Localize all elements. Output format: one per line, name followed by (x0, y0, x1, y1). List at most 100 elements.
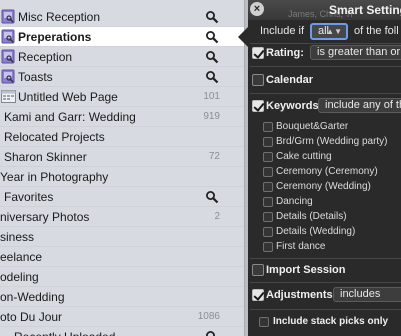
rating-operator-value: is greater than or e (317, 46, 401, 58)
library-item[interactable]: odeling (0, 267, 248, 287)
library-item-label: Recently Uploaded (14, 330, 115, 336)
library-item-count: 101 (203, 91, 220, 102)
hud-pointer (238, 27, 248, 47)
library-item-label: siness (0, 230, 35, 244)
keyword-label: Cake cutting (276, 151, 332, 162)
keyword-label: Brd/Grm (Wedding party) (276, 136, 388, 147)
library-item-label: Untitled Web Page (18, 90, 118, 104)
library-item-label: oto Du Jour (0, 310, 63, 324)
library-item[interactable]: Misc Reception (0, 7, 248, 27)
library-item[interactable]: Year in Photography (0, 167, 248, 187)
library-item[interactable]: Kami and Garr: Wedding 919 (0, 107, 248, 127)
stack-picks-checkbox[interactable] (259, 317, 269, 327)
search-icon[interactable] (205, 50, 219, 64)
keyword-checkbox[interactable] (263, 167, 273, 177)
library-item-count: 2 (214, 211, 220, 222)
library-item-label: Toasts (18, 70, 53, 84)
smart-album-icon (1, 9, 15, 24)
divider (250, 66, 401, 67)
hud-title: Smart Settings: (329, 3, 401, 17)
library-item-label: Kami and Garr: Wedding (4, 110, 136, 124)
library-item[interactable]: Reception (0, 47, 248, 67)
include-suffix-label: of the foll (354, 25, 399, 37)
divider (250, 309, 401, 310)
rating-checkbox[interactable] (252, 47, 264, 59)
keywords-operator-value: include any of th (325, 99, 401, 111)
library-item[interactable]: Preperations (0, 27, 248, 47)
keywords-label: Keywords (266, 100, 319, 112)
divider (250, 43, 401, 44)
library-item-label: eelance (0, 250, 43, 264)
app-window: Misc Reception Preperations Reception Toast… (0, 0, 401, 336)
search-icon[interactable] (205, 10, 219, 24)
library-item-count: 72 (208, 151, 220, 162)
library-item-label: Misc Reception (18, 10, 101, 24)
keyword-checkbox[interactable] (263, 182, 273, 192)
keywords-operator-popup[interactable]: include any of th (318, 98, 401, 113)
library-item[interactable]: niversary Photos 2 (0, 207, 248, 227)
library-item[interactable]: siness (0, 227, 248, 247)
import-session-checkbox[interactable] (252, 264, 264, 276)
library-item[interactable]: Toasts (0, 67, 248, 87)
keyword-checkbox[interactable] (263, 152, 273, 162)
web-page-icon (1, 90, 16, 103)
adjustments-label: Adjustments: (266, 289, 337, 301)
search-icon[interactable] (205, 330, 219, 336)
keyword-label: Ceremony (Wedding) (276, 181, 371, 192)
divider (250, 258, 401, 259)
smart-album-icon (1, 69, 15, 84)
keyword-label: Details (Details) (276, 211, 347, 222)
library-item-label: Relocated Projects (4, 130, 105, 144)
library-item[interactable]: Favorites (0, 187, 248, 207)
library-item-count: 919 (203, 111, 220, 122)
keyword-checkbox[interactable] (263, 227, 273, 237)
library-item[interactable]: Relocated Projects (0, 127, 248, 147)
library-item[interactable]: on-Wedding (0, 287, 248, 307)
keyword-checkbox[interactable] (263, 212, 273, 222)
library-item[interactable]: eelance (0, 247, 248, 267)
keyword-checkbox[interactable] (263, 242, 273, 252)
keyword-label: Ceremony (Ceremony) (276, 166, 378, 177)
library-item-count: 1086 (197, 311, 220, 322)
smart-album-icon (1, 49, 15, 64)
keyword-label: First dance (276, 241, 326, 252)
keywords-checkbox[interactable] (252, 100, 264, 112)
import-session-label: Import Session (266, 264, 346, 276)
library-item-label: Favorites (4, 190, 54, 204)
divider (250, 282, 401, 283)
keyword-label: Details (Wedding) (276, 226, 356, 237)
calendar-label: Calendar (266, 74, 314, 86)
adjustments-checkbox[interactable] (252, 289, 264, 301)
popup-arrows-icon: ▲▼ (326, 27, 342, 36)
include-if-label: Include if (260, 25, 305, 37)
library-item-label: niversary Photos (0, 210, 90, 224)
search-icon[interactable] (205, 70, 219, 84)
hud-titlebar[interactable]: James, Chris, Ti Smart Settings: (248, 0, 401, 20)
library-item-label: odeling (0, 270, 39, 284)
stack-picks-label: Include stack picks only (273, 316, 389, 327)
keyword-checkbox[interactable] (263, 197, 273, 207)
library-item-label: Preperations (18, 30, 92, 44)
adjustments-operator-value: includes (340, 288, 381, 300)
keyword-label: Dancing (276, 196, 313, 207)
calendar-checkbox[interactable] (252, 74, 264, 86)
library-item-label: Reception (18, 50, 73, 64)
search-icon[interactable] (205, 30, 219, 44)
close-icon[interactable]: × (250, 2, 264, 16)
include-match-popup[interactable]: all ▲▼ (310, 23, 348, 40)
search-icon[interactable] (205, 190, 219, 204)
library-item[interactable]: Untitled Web Page 101 (0, 87, 248, 107)
smart-album-icon (1, 29, 15, 44)
keyword-checkbox[interactable] (263, 137, 273, 147)
rating-operator-popup[interactable]: is greater than or e (310, 45, 401, 60)
library-item[interactable]: Sharon Skinner 72 (0, 147, 248, 167)
rating-label: Rating: (266, 47, 304, 59)
adjustments-operator-popup[interactable]: includes (333, 287, 401, 302)
library-item[interactable]: Recently Uploaded (0, 327, 248, 336)
library-list: Misc Reception Preperations Reception Toast… (0, 0, 248, 336)
library-item[interactable]: oto Du Jour 1086 (0, 307, 248, 327)
library-item-label: Year in Photography (0, 170, 109, 184)
keyword-checkbox[interactable] (263, 122, 273, 132)
library-item-label: Sharon Skinner (4, 150, 87, 164)
divider (250, 93, 401, 94)
